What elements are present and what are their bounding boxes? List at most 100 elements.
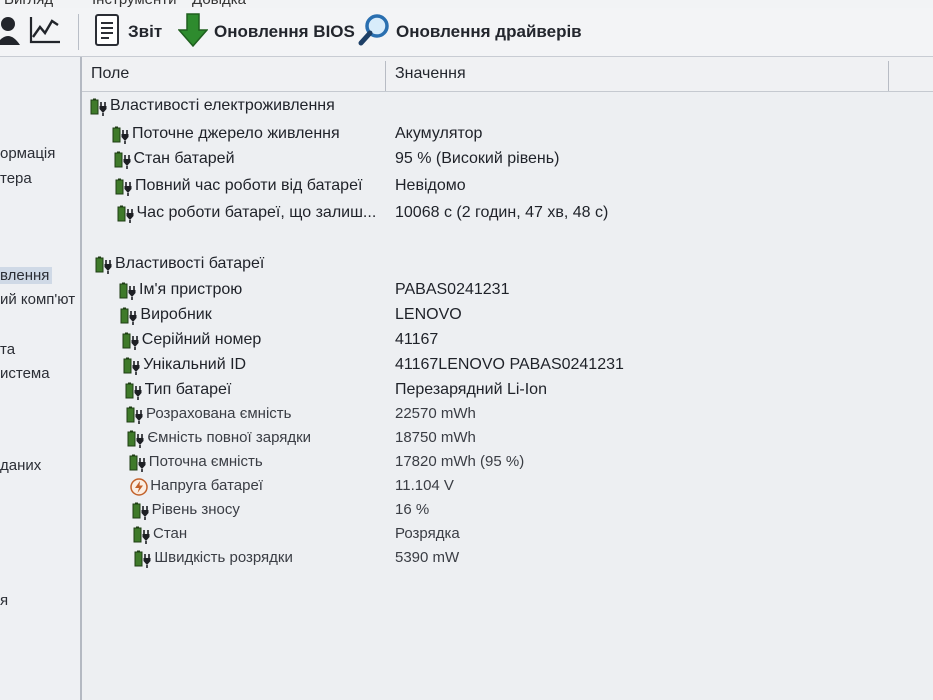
battery-plug-icon [127, 430, 145, 448]
chart-button[interactable] [28, 8, 68, 56]
property-row[interactable]: Ім'я пристрою PABAS0241231 [82, 279, 933, 303]
property-name: Швидкість розрядки [154, 549, 293, 566]
tree-item[interactable]: истема [0, 365, 50, 382]
battery-plug-icon [122, 332, 140, 350]
property-row[interactable]: Поточне джерело живлення Акумулятор [82, 123, 933, 147]
property-row[interactable]: Рівень зносу 16 % [82, 499, 933, 523]
bios-update-label: Оновлення BIOS [214, 22, 355, 41]
column-header-field[interactable]: Поле [91, 65, 129, 83]
property-value: LENOVO [395, 306, 462, 323]
property-name: Розрахована ємність [146, 405, 292, 422]
property-name: Виробник [140, 306, 212, 323]
menu-item-help[interactable]: Довідка [192, 0, 246, 8]
property-name: Ємність повної зарядки [147, 429, 312, 446]
toolbar-separator [78, 14, 79, 50]
details-panel: Поле Значення Властивості електроживленн… [82, 57, 933, 700]
property-name: Час роботи батареї, що залиш... [136, 204, 377, 221]
property-value: Перезарядний Li-Ion [395, 381, 547, 398]
tree-item[interactable]: даних [0, 457, 41, 474]
property-value: 41167LENOVO PABAS0241231 [395, 356, 624, 373]
property-name: Поточне джерело живлення [132, 125, 340, 142]
line-chart-icon [28, 15, 62, 50]
battery-plug-icon [133, 526, 151, 544]
toolbar: Звіт Оновлення BIOS Оновлення драйверів [0, 8, 933, 57]
group-title: Властивості електроживлення [110, 97, 335, 114]
battery-plug-icon [115, 178, 133, 196]
tree-item[interactable]: та [0, 341, 15, 358]
tree-item[interactable]: ормація [0, 145, 55, 162]
battery-plug-icon [123, 357, 141, 375]
battery-plug-icon [126, 406, 144, 424]
property-name: Повний час роботи від батареї [135, 177, 363, 194]
property-row[interactable]: Стан батарей 95 % (Високий рівень) [82, 148, 933, 172]
property-row[interactable]: Унікальний ID 41167LENOVO PABAS0241231 [82, 354, 933, 378]
battery-plug-icon [95, 256, 113, 274]
property-name: Тип батареї [144, 381, 232, 398]
tree-item-selected[interactable]: влення [0, 267, 52, 284]
battery-plug-icon [120, 307, 138, 325]
battery-plug-icon [114, 151, 132, 169]
column-divider[interactable] [888, 61, 889, 91]
tree-item[interactable]: ий комп'ют [0, 291, 75, 308]
property-value: Розрядка [395, 525, 460, 542]
property-row[interactable]: Швидкість розрядки 5390 mW [82, 547, 933, 571]
group-header-row[interactable]: Властивості електроживлення [82, 95, 933, 119]
property-row[interactable]: Тип батареї Перезарядний Li-Ion [82, 379, 933, 403]
battery-plug-icon [125, 382, 143, 400]
menu-bar: Вигляд Інструменти Довідка [0, 0, 933, 8]
property-row[interactable]: Напруга батареї 11.104 V [82, 475, 933, 499]
property-name: Унікальний ID [143, 356, 247, 373]
driver-update-button[interactable]: Оновлення драйверів [358, 8, 582, 56]
report-button[interactable]: Звіт [94, 8, 162, 56]
property-value: 11.104 V [395, 477, 454, 494]
battery-plug-icon [90, 98, 108, 116]
bios-update-button[interactable]: Оновлення BIOS [177, 8, 355, 56]
property-name: Поточна ємність [148, 453, 263, 470]
property-row[interactable]: Поточна ємність 17820 mWh (95 %) [82, 451, 933, 475]
tree-item[interactable]: тера [0, 170, 32, 187]
column-header-value[interactable]: Значення [395, 65, 466, 83]
property-name: Стан [153, 525, 188, 542]
property-name: Ім'я пристрою [139, 281, 243, 298]
property-value: 95 % (Високий рівень) [395, 150, 560, 167]
property-name: Стан батарей [133, 150, 235, 167]
user-button[interactable] [0, 8, 26, 56]
property-row[interactable]: Розрахована ємність 22570 mWh [82, 403, 933, 427]
property-row[interactable]: Повний час роботи від батареї Невідомо [82, 175, 933, 199]
column-header: Поле Значення [82, 57, 933, 92]
property-value: 22570 mWh [395, 405, 476, 422]
group-header-row[interactable]: Властивості батареї [82, 253, 933, 277]
column-divider[interactable] [385, 61, 386, 91]
battery-plug-icon [129, 454, 147, 472]
property-value: PABAS0241231 [395, 281, 510, 298]
lightning-icon [130, 478, 148, 496]
menu-item-view[interactable]: Вигляд [4, 0, 53, 8]
driver-update-label: Оновлення драйверів [396, 22, 582, 41]
property-value: 10068 с (2 годин, 47 хв, 48 с) [395, 204, 609, 221]
document-icon [94, 13, 120, 52]
property-value: Акумулятор [395, 125, 483, 142]
property-row[interactable]: Стан Розрядка [82, 523, 933, 547]
battery-plug-icon [119, 282, 137, 300]
battery-plug-icon [134, 550, 152, 568]
green-down-arrow-icon [177, 12, 209, 53]
property-row[interactable]: Ємність повної зарядки 18750 mWh [82, 427, 933, 451]
property-value: Невідомо [395, 177, 466, 194]
tree-item[interactable]: я [0, 592, 8, 609]
battery-plug-icon [117, 205, 135, 223]
user-icon [0, 15, 20, 50]
property-value: 17820 mWh (95 %) [395, 453, 525, 470]
property-name: Серійний номер [141, 331, 262, 348]
property-row[interactable]: Серійний номер 41167 [82, 329, 933, 353]
report-label: Звіт [128, 22, 163, 41]
property-value: 18750 mWh [395, 429, 476, 446]
property-name: Напруга батареї [150, 477, 263, 494]
property-row[interactable]: Час роботи батареї, що залиш... 10068 с (… [82, 202, 933, 226]
property-row[interactable]: Виробник LENOVO [82, 304, 933, 328]
menu-item-tools[interactable]: Інструменти [92, 0, 177, 8]
battery-plug-icon [112, 126, 130, 144]
magnifier-icon [358, 13, 390, 52]
group-title: Властивості батареї [115, 255, 265, 272]
navigation-tree[interactable]: ормація тера влення ий комп'ют та истема… [0, 57, 82, 700]
battery-plug-icon [132, 502, 150, 520]
